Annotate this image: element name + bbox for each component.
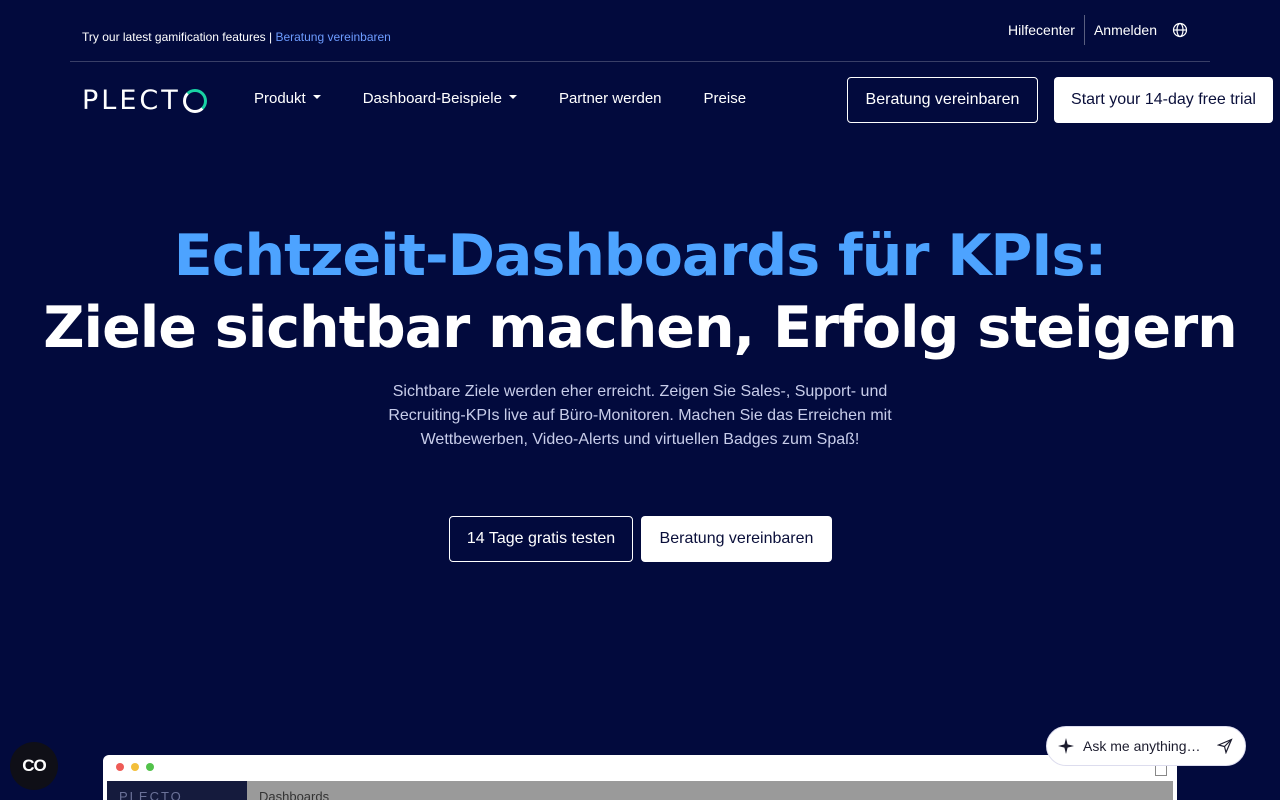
nav-item-label: Partner werden (558, 90, 662, 107)
window-controls (116, 763, 161, 771)
logo-mark-icon (182, 89, 207, 113)
ai-chat-widget[interactable]: Ask me anything… (1046, 726, 1246, 766)
hero-title: Echtzeit-Dashboards für KPIs: Ziele sich… (0, 220, 1280, 364)
chat-input[interactable]: Ask me anything… (1083, 738, 1209, 754)
close-dot-icon (116, 763, 124, 771)
chevron-down-icon (508, 95, 517, 100)
nav-item-label: Dashboard-Beispiele (362, 90, 502, 107)
nav-item-label: Produkt (254, 90, 306, 107)
nav-item-partner-werden[interactable]: Partner werden (559, 90, 662, 107)
hero-title-line1: Echtzeit-Dashboards für KPIs: (173, 223, 1107, 289)
hero-subtitle: Sichtbare Ziele werden eher erreicht. Ze… (388, 383, 892, 448)
promo-link[interactable]: Beratung vereinbaren (275, 30, 390, 44)
plecto-logo[interactable]: PLECT (82, 84, 207, 116)
hero-title-line2: Ziele sichtbar machen, Erfolg steigern (43, 295, 1238, 361)
preview-sidebar: PLECTO (107, 781, 247, 800)
nav-item-label: Preise (703, 90, 747, 107)
promo-banner: Try our latest gamification features | B… (82, 30, 391, 44)
send-icon[interactable] (1217, 738, 1233, 754)
hero-trial-button[interactable]: 14 Tage gratis testen (449, 516, 633, 562)
cookie-consent-button[interactable]: CO (10, 742, 58, 790)
nav-item-produkt[interactable]: Produkt (254, 90, 321, 107)
nav-item-dashboard-beispiele[interactable]: Dashboard-Beispiele (363, 90, 517, 107)
maximize-dot-icon (146, 763, 154, 771)
login-link[interactable]: Anmelden (1085, 22, 1166, 38)
dashboard-preview: PLECTO Dashboards (103, 755, 1177, 800)
top-links: Hilfecenter Anmelden (999, 15, 1188, 45)
logo-text: PLECT (82, 84, 181, 116)
consult-button[interactable]: Beratung vereinbaren (847, 77, 1038, 123)
globe-icon[interactable] (1172, 22, 1188, 38)
help-center-link[interactable]: Hilfecenter (999, 22, 1084, 38)
free-trial-button[interactable]: Start your 14-day free trial (1054, 77, 1273, 123)
chevron-down-icon (312, 95, 321, 100)
minimize-dot-icon (131, 763, 139, 771)
nav-item-preise[interactable]: Preise (704, 90, 747, 107)
preview-app: PLECTO Dashboards (107, 781, 1173, 800)
nav-menu: Produkt Dashboard-Beispiele Partner werd… (254, 90, 788, 107)
main-nav: PLECT Produkt Dashboard-Beispiele Partne… (0, 76, 1280, 124)
sparkle-icon (1058, 738, 1074, 754)
top-bar: Try our latest gamification features | B… (70, 0, 1210, 62)
preview-logo: PLECTO (119, 789, 183, 800)
hero-consult-button[interactable]: Beratung vereinbaren (641, 516, 832, 562)
preview-title: Dashboards (259, 789, 330, 800)
promo-text: Try our latest gamification features | (82, 30, 273, 44)
